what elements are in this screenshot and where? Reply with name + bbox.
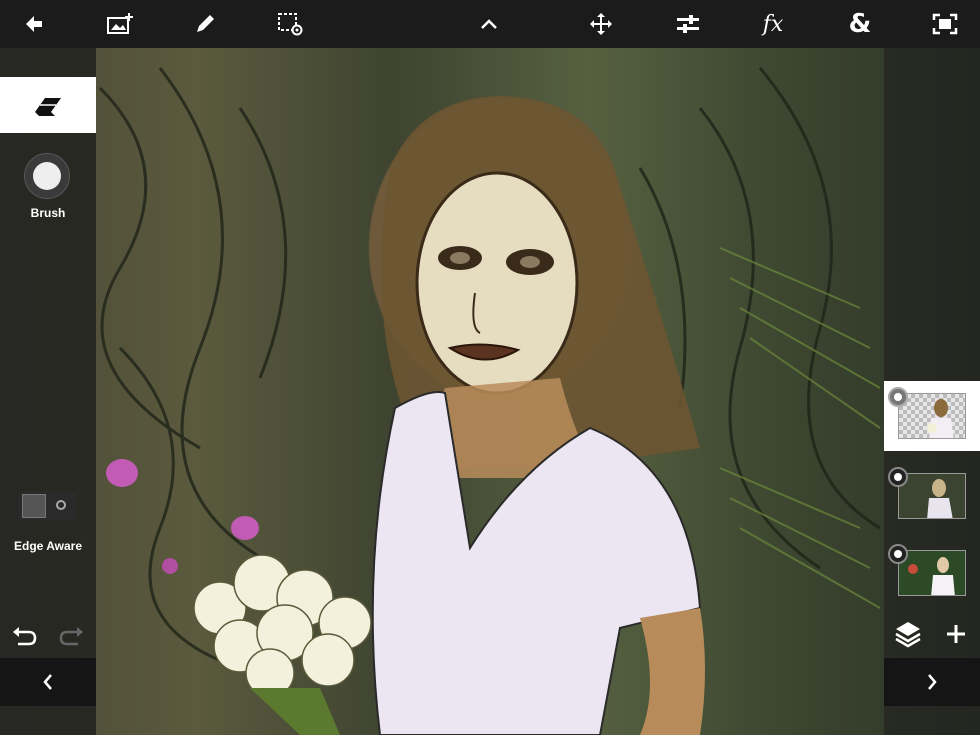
- selection-button[interactable]: [268, 0, 312, 48]
- adjustments-icon: [677, 15, 699, 33]
- photo-artwork: [98, 67, 881, 735]
- add-image-icon: [107, 13, 133, 34]
- collapse-toolbar-button[interactable]: [467, 0, 511, 48]
- layer-item-3[interactable]: [884, 538, 980, 608]
- collapse-right-panel-button[interactable]: [884, 658, 980, 706]
- top-toolbar: fx &: [0, 0, 980, 48]
- layer-photo-preview: [899, 551, 965, 595]
- layer-thumbnail: [898, 393, 966, 439]
- image-canvas[interactable]: [0, 48, 980, 735]
- collapse-left-panel-button[interactable]: [0, 658, 96, 706]
- pencil-icon: [197, 15, 214, 32]
- layer-select-radio[interactable]: [888, 387, 908, 407]
- add-image-button[interactable]: [98, 0, 142, 48]
- ampersand-icon: &: [848, 9, 872, 39]
- back-button[interactable]: [12, 0, 56, 48]
- blend-button[interactable]: &: [838, 0, 882, 48]
- layer-thumbnail: [898, 473, 966, 519]
- layer-item-2[interactable]: [884, 461, 980, 531]
- undo-icon: [13, 627, 37, 646]
- chevron-left-icon: [43, 674, 52, 690]
- plus-icon: [947, 625, 965, 643]
- selection-settings-icon: [278, 13, 303, 36]
- layer-cutout-preview: [927, 399, 954, 438]
- layer-select-radio[interactable]: [888, 467, 908, 487]
- layers-menu-button[interactable]: [892, 618, 924, 650]
- fullscreen-icon: [932, 13, 958, 35]
- eraser-icon: [35, 98, 61, 116]
- effects-button[interactable]: fx: [751, 0, 795, 48]
- brush-size-button[interactable]: [24, 153, 70, 199]
- undo-button[interactable]: [10, 622, 38, 650]
- layer-select-radio[interactable]: [888, 544, 908, 564]
- chevron-right-icon: [928, 674, 937, 690]
- draw-tool-button[interactable]: [183, 0, 227, 48]
- back-arrow-icon: [26, 16, 42, 32]
- edge-aware-label: Edge Aware: [13, 539, 83, 553]
- edge-aware-toggle[interactable]: [18, 491, 76, 521]
- layer-thumbnail: [898, 550, 966, 596]
- fx-icon: fx: [762, 11, 784, 37]
- toggle-off-indicator: [22, 494, 46, 518]
- redo-button[interactable]: [58, 622, 86, 650]
- toggle-knob-icon: [56, 500, 66, 510]
- redo-icon: [59, 627, 83, 646]
- layers-panel: [884, 48, 980, 735]
- add-layer-button[interactable]: [940, 618, 972, 650]
- brush-preview-icon: [33, 162, 61, 190]
- brush-label: Brush: [30, 206, 66, 220]
- adjustments-button[interactable]: [666, 0, 710, 48]
- layer-item-1[interactable]: [884, 381, 980, 451]
- move-icon: [590, 13, 612, 35]
- left-tool-panel: Brush Edge Aware: [0, 48, 96, 735]
- move-button[interactable]: [579, 0, 623, 48]
- layers-icon: [895, 622, 921, 648]
- fullscreen-button[interactable]: [923, 0, 967, 48]
- layer-photo-preview: [899, 474, 965, 518]
- chevron-up-icon: [481, 19, 497, 29]
- eraser-tool-button[interactable]: [0, 77, 96, 133]
